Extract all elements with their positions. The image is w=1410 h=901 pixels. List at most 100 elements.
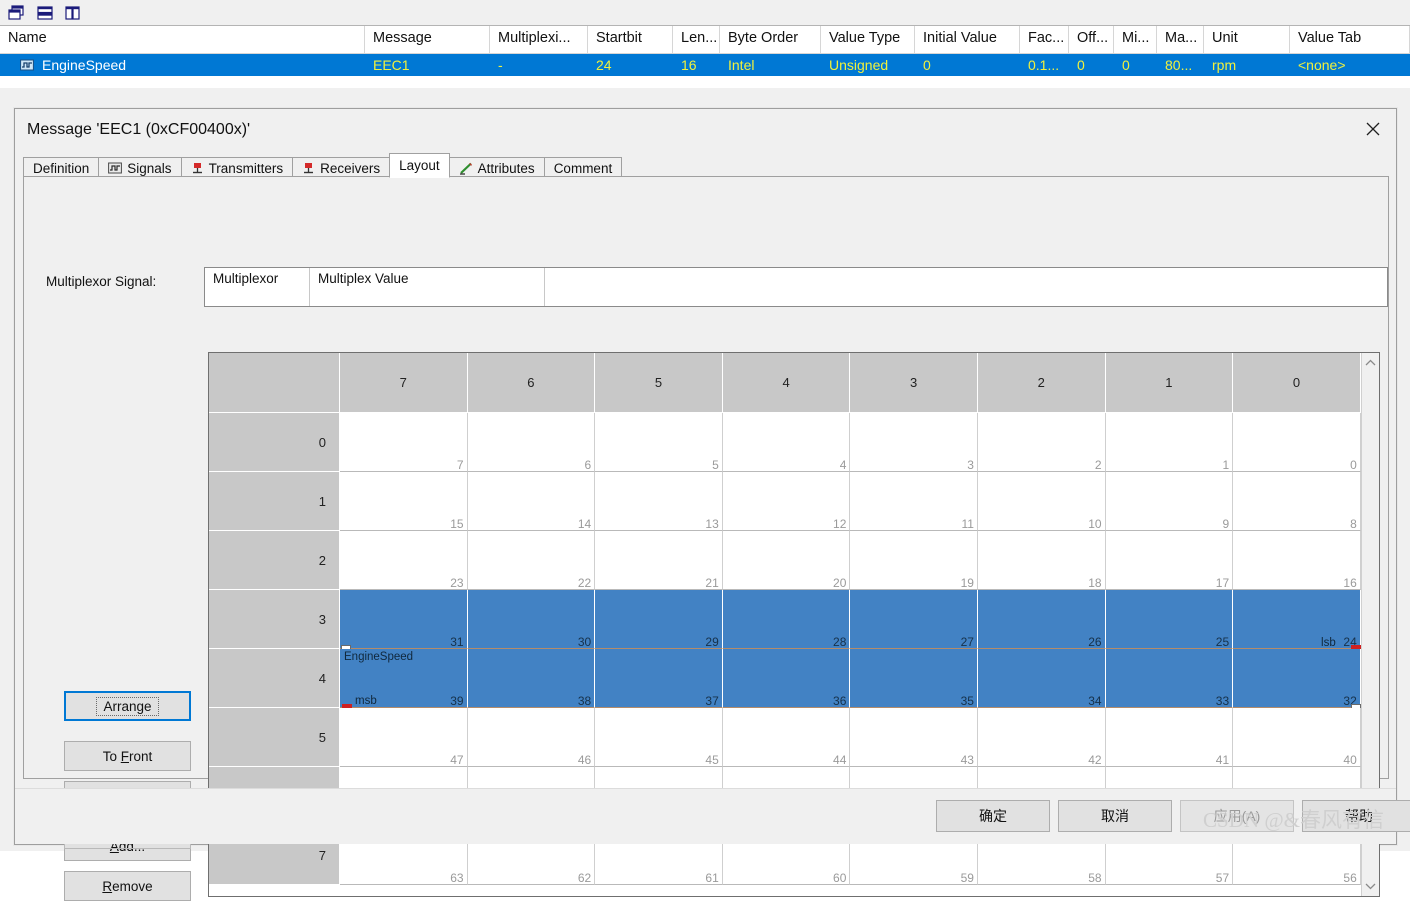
bit-grid-column-header[interactable]: 4	[722, 353, 851, 413]
to-front-button[interactable]: To Front	[64, 741, 191, 771]
close-icon[interactable]	[1350, 109, 1396, 149]
bit-grid-row-header[interactable]: 1	[209, 472, 340, 531]
bit-cell[interactable]: 27	[850, 590, 978, 649]
signal-list-column-header[interactable]: Byte Order	[720, 26, 821, 53]
bit-cell[interactable]: 26	[977, 590, 1106, 649]
bit-cell[interactable]: 23	[340, 531, 468, 590]
tab-comment[interactable]: Comment	[543, 157, 623, 178]
bit-cell[interactable]: 28	[722, 590, 851, 649]
bit-grid-column-header[interactable]: 7	[340, 353, 468, 413]
bit-cell[interactable]: 37	[595, 649, 723, 708]
tab-attributes[interactable]: Attributes	[448, 157, 545, 178]
bit-cell[interactable]: 47	[340, 708, 468, 767]
tab-receivers[interactable]: Receivers	[292, 157, 391, 178]
signal-list-column-header[interactable]: Value Tab	[1290, 26, 1410, 53]
scroll-up-icon[interactable]	[1362, 353, 1380, 373]
tab-layout[interactable]: Layout	[389, 153, 450, 178]
bit-grid-row-header[interactable]: 5	[209, 708, 340, 767]
bit-grid-row-header[interactable]: 4	[209, 649, 340, 708]
cascade-windows-icon[interactable]	[6, 3, 28, 23]
bit-cell[interactable]: 7	[340, 413, 468, 472]
bit-cell[interactable]: 45	[595, 708, 723, 767]
bit-cell[interactable]: 13	[595, 472, 723, 531]
bit-grid-column-header[interactable]: 2	[977, 353, 1106, 413]
bit-cell[interactable]: 18	[977, 531, 1106, 590]
bit-grid-column-header[interactable]: 6	[467, 353, 596, 413]
bit-cell[interactable]: 8	[1233, 472, 1361, 531]
ok-button[interactable]: 确定	[936, 800, 1050, 832]
scroll-down-icon[interactable]	[1362, 876, 1380, 896]
signal-list-column-header[interactable]: Ma...	[1157, 26, 1204, 53]
bit-cell[interactable]: 34	[977, 649, 1106, 708]
bit-cell[interactable]: 39 EngineSpeed msb	[340, 649, 468, 709]
signal-list-column-header[interactable]: Len...	[673, 26, 720, 53]
bit-cell[interactable]: 19	[850, 531, 978, 590]
bit-cell[interactable]: 15	[340, 472, 468, 531]
signal-list-column-header[interactable]: Initial Value	[915, 26, 1020, 53]
bit-grid-row-header[interactable]: 0	[209, 413, 340, 472]
signal-list-column-header[interactable]: Mi...	[1114, 26, 1157, 53]
signal-list-column-header[interactable]: Name	[0, 26, 365, 53]
bit-cell[interactable]: 41	[1105, 708, 1234, 767]
bit-cell[interactable]: 40	[1233, 708, 1361, 767]
bit-cell[interactable]: 25	[1105, 590, 1234, 649]
bit-cell[interactable]: 10	[977, 472, 1106, 531]
bit-cell[interactable]: 22	[467, 531, 596, 590]
bit-grid-column-header[interactable]: 3	[850, 353, 978, 413]
bit-cell[interactable]: 24 lsb	[1233, 590, 1361, 650]
bit-grid-column-header[interactable]: 5	[595, 353, 723, 413]
bit-cell[interactable]: 9	[1105, 472, 1234, 531]
signal-list-column-header[interactable]: Multiplexi...	[490, 26, 588, 53]
tab-definition[interactable]: Definition	[23, 157, 100, 178]
tab-signals[interactable]: Signals	[98, 157, 182, 178]
bit-cell[interactable]: 14	[467, 472, 596, 531]
bit-cell[interactable]: 11	[850, 472, 978, 531]
signal-list-column-header[interactable]: Off...	[1069, 26, 1114, 53]
bit-cell[interactable]: 42	[977, 708, 1106, 767]
bit-cell[interactable]: 0	[1233, 413, 1361, 472]
tile-horizontal-icon[interactable]	[34, 3, 56, 23]
signal-list-row[interactable]: EngineSpeed EEC1 - 24 16 Intel Unsigned 0 0.1...…	[0, 54, 1410, 76]
bit-cell[interactable]: 5	[595, 413, 723, 472]
bit-cell[interactable]: 31	[340, 590, 468, 650]
multiplexor-column-header[interactable]	[545, 268, 1385, 306]
signal-list-column-header[interactable]: Unit	[1204, 26, 1290, 53]
signal-list-column-header[interactable]: Message	[365, 26, 490, 53]
bit-grid-column-header[interactable]: 1	[1105, 353, 1234, 413]
bit-grid-row-header[interactable]: 2	[209, 531, 340, 590]
bit-cell[interactable]: 43	[850, 708, 978, 767]
bit-grid-column-header[interactable]: 0	[1233, 353, 1361, 413]
bit-cell[interactable]: 12	[722, 472, 851, 531]
bit-cell[interactable]: 4	[722, 413, 851, 472]
multiplexor-column-header[interactable]: Multiplex Value	[310, 268, 545, 306]
tab-transmitters[interactable]: Transmitters	[180, 157, 294, 178]
bit-cell[interactable]: 32	[1233, 649, 1361, 709]
bit-cell[interactable]: 21	[595, 531, 723, 590]
bit-cell[interactable]: 30	[467, 590, 596, 649]
signal-list-column-header[interactable]: Fac...	[1020, 26, 1069, 53]
bit-cell[interactable]: 35	[850, 649, 978, 708]
cancel-button[interactable]: 取消	[1058, 800, 1172, 832]
bit-cell[interactable]: 6	[467, 413, 596, 472]
tile-vertical-icon[interactable]	[62, 3, 84, 23]
bit-cell[interactable]: 16	[1233, 531, 1361, 590]
bit-grid-row-header[interactable]: 3	[209, 590, 340, 649]
bit-cell[interactable]: 1	[1105, 413, 1234, 472]
bit-cell[interactable]: 33	[1105, 649, 1234, 708]
signal-list-column-header[interactable]: Startbit	[588, 26, 673, 53]
multiplexor-table[interactable]: Multiplexor Multiplex Value	[204, 267, 1388, 307]
remove-button[interactable]: Remove	[64, 871, 191, 901]
bit-cell[interactable]: 38	[467, 649, 596, 708]
multiplexor-column-header[interactable]: Multiplexor	[205, 268, 310, 306]
bit-cell[interactable]: 44	[722, 708, 851, 767]
bit-cell[interactable]: 36	[722, 649, 851, 708]
signal-list-column-header[interactable]: Value Type	[821, 26, 915, 53]
bit-cell[interactable]: 46	[467, 708, 596, 767]
bit-cell[interactable]: 17	[1105, 531, 1234, 590]
bit-cell[interactable]: 20	[722, 531, 851, 590]
arrange-button[interactable]: Arrange	[64, 691, 191, 721]
bit-cell[interactable]: 3	[850, 413, 978, 472]
bit-cell[interactable]: 2	[977, 413, 1106, 472]
bit-cell[interactable]: 29	[595, 590, 723, 649]
help-button[interactable]: 帮助	[1302, 800, 1410, 832]
